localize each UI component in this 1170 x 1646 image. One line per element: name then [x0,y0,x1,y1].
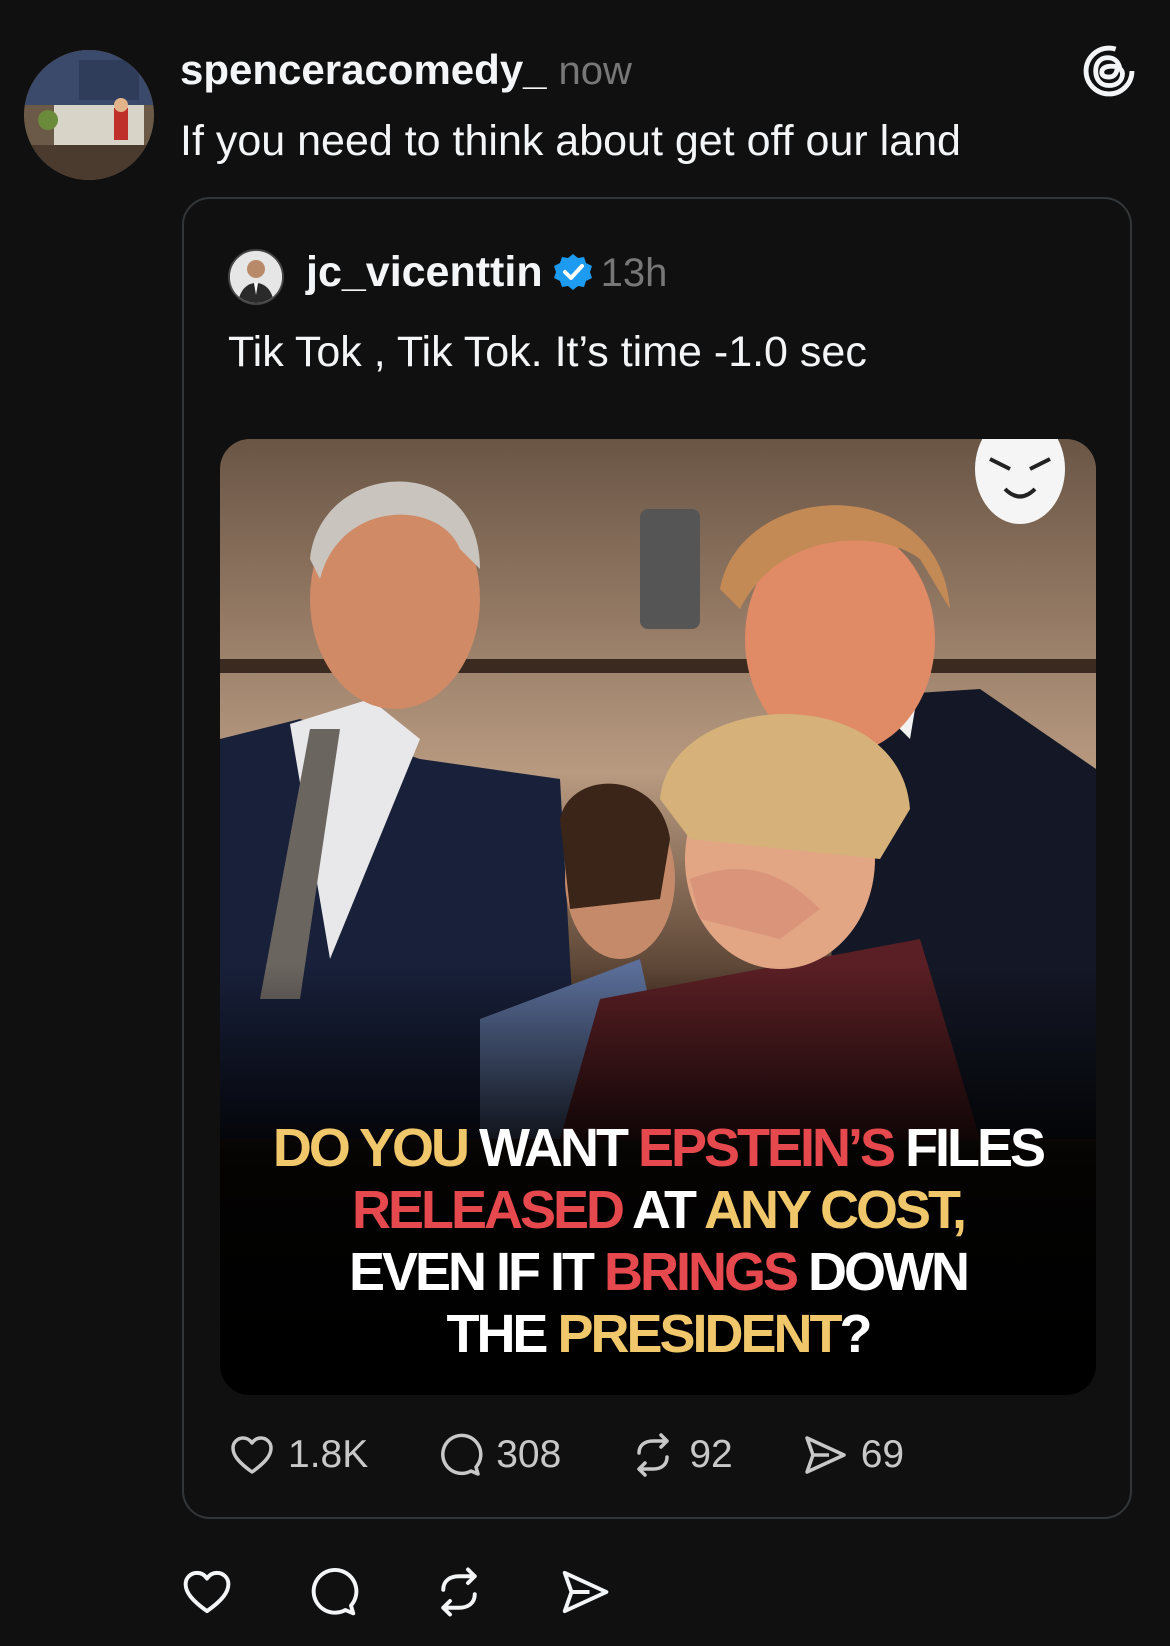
share-icon[interactable] [558,1565,612,1619]
caption-segment: ANY COST, [703,1180,967,1240]
threads-logo-icon[interactable] [1080,42,1138,100]
reply-count: 308 [496,1433,562,1476]
share-button[interactable]: 69 [801,1431,904,1479]
comment-icon [441,1433,483,1476]
author-username[interactable]: spenceracomedy_ [180,46,547,93]
caption-segment: FILES [905,1118,1046,1178]
quoted-post-image[interactable]: DO YOU WANT EPSTEIN’S FILES RELEASED AT A… [220,439,1096,1395]
post-actions [180,1565,684,1619]
caption-line: DO YOU WANT EPSTEIN’S FILES [220,1117,1096,1179]
quoted-username[interactable]: jc_vicenttin [306,248,543,296]
like-button[interactable]: 1.8K [228,1431,368,1479]
heart-icon[interactable] [180,1565,234,1619]
quoted-post-text: Tik Tok , Tik Tok. It’s time -1.0 sec [228,328,867,376]
caption-line: RELEASED AT ANY COST, [220,1179,1096,1241]
quoted-post-time: 13h [600,251,668,295]
caption-segment: AT [632,1180,704,1240]
quoted-post-header: jc_vicenttin 13h [306,243,667,302]
comment-icon[interactable] [306,1565,360,1619]
verified-badge-icon [553,254,592,290]
post-text: If you need to think about get off our l… [180,117,961,165]
caption-segment: WANT [478,1118,638,1178]
caption-segment: BRINGS [604,1242,809,1302]
reply-button[interactable]: 308 [436,1431,561,1479]
repost-icon[interactable] [432,1565,486,1619]
caption-segment: DO YOU [272,1118,479,1178]
quoted-author-avatar[interactable] [228,249,284,305]
repost-icon [637,1433,670,1477]
share-icon [804,1436,846,1474]
heart-icon [231,1436,273,1474]
caption-line: THE PRESIDENT? [220,1303,1096,1365]
caption-segment: ? [839,1304,873,1364]
quoted-post-actions: 1.8K 308 92 69 [228,1427,972,1483]
caption-segment: PRESIDENT [557,1304,842,1364]
repost-button[interactable]: 92 [629,1431,733,1479]
caption-segment: RELEASED [351,1180,632,1240]
share-count: 69 [860,1433,905,1476]
repost-count: 92 [689,1433,733,1476]
caption-segment: THE [446,1304,558,1364]
post-header: spenceracomedy_ now [180,42,632,99]
image-caption: DO YOU WANT EPSTEIN’S FILES RELEASED AT A… [220,1117,1096,1365]
caption-line: EVEN IF IT BRINGS DOWN [220,1241,1096,1303]
caption-segment: EVEN IF IT [348,1242,605,1302]
post-time: now [558,49,632,93]
caption-segment: EPSTEIN’S [637,1118,906,1178]
quoted-post-card[interactable]: jc_vicenttin 13h Tik Tok , Tik Tok. It’s… [182,197,1132,1519]
author-avatar[interactable] [24,50,154,180]
like-count: 1.8K [288,1433,369,1476]
caption-segment: DOWN [808,1242,970,1302]
